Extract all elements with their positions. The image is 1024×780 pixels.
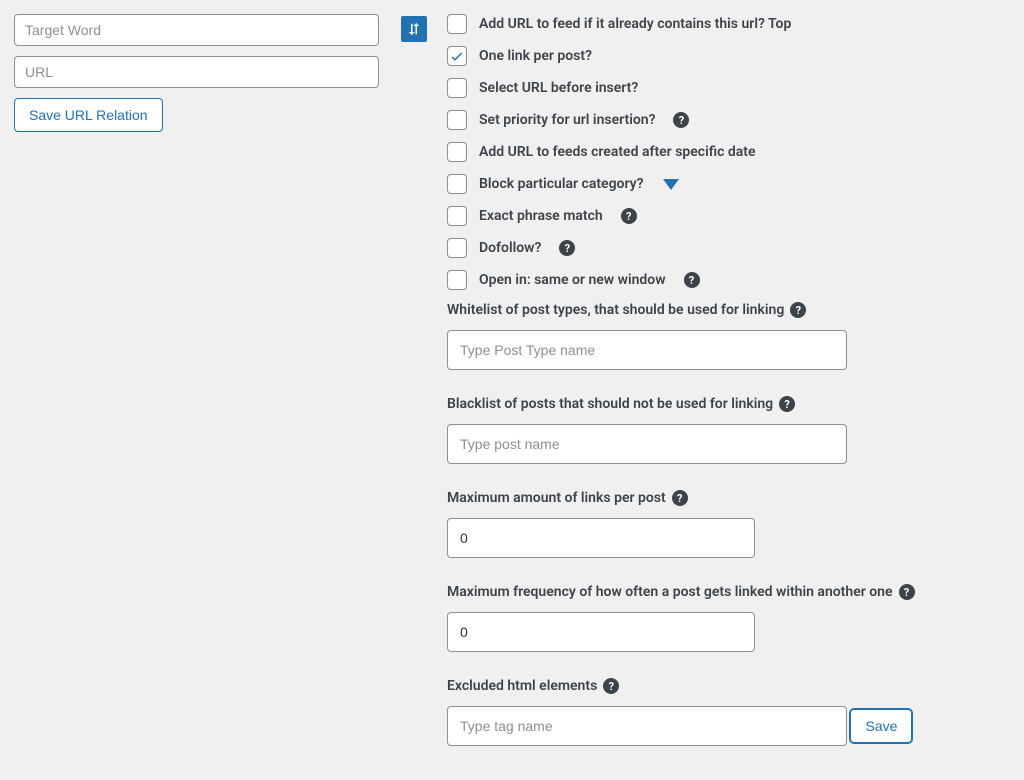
checkbox-open-in-window[interactable] bbox=[447, 270, 467, 290]
target-word-input[interactable] bbox=[14, 14, 379, 46]
option-label: Dofollow? bbox=[479, 240, 541, 256]
option-label: Exact phrase match bbox=[479, 208, 603, 224]
max-freq-label: Maximum frequency of how often a post ge… bbox=[447, 584, 893, 600]
save-url-relation-button[interactable]: Save URL Relation bbox=[14, 98, 163, 132]
checkbox-select-url-before-insert[interactable] bbox=[447, 78, 467, 98]
max-links-input[interactable] bbox=[447, 518, 755, 558]
help-icon[interactable]: ? bbox=[673, 112, 689, 128]
whitelist-input[interactable] bbox=[447, 330, 847, 370]
excluded-label: Excluded html elements bbox=[447, 678, 597, 694]
checkbox-one-link-per-post[interactable] bbox=[447, 46, 467, 66]
save-button[interactable]: Save bbox=[850, 709, 912, 743]
help-icon[interactable]: ? bbox=[621, 208, 637, 224]
blacklist-input[interactable] bbox=[447, 424, 847, 464]
help-icon[interactable]: ? bbox=[790, 302, 806, 318]
option-label: Add URL to feed if it already contains t… bbox=[479, 16, 791, 32]
help-icon[interactable]: ? bbox=[779, 396, 795, 412]
option-label: Set priority for url insertion? bbox=[479, 112, 655, 128]
help-icon[interactable]: ? bbox=[684, 272, 700, 288]
option-label: One link per post? bbox=[479, 48, 592, 64]
help-icon[interactable]: ? bbox=[559, 240, 575, 256]
expand-icon[interactable] bbox=[663, 179, 679, 190]
max-links-label: Maximum amount of links per post bbox=[447, 490, 666, 506]
checkbox-dofollow[interactable] bbox=[447, 238, 467, 258]
blacklist-label: Blacklist of posts that should not be us… bbox=[447, 396, 773, 412]
whitelist-label: Whitelist of post types, that should be … bbox=[447, 302, 784, 318]
checkbox-block-category[interactable] bbox=[447, 174, 467, 194]
excluded-input[interactable] bbox=[447, 706, 847, 746]
help-icon[interactable]: ? bbox=[603, 678, 619, 694]
option-label: Select URL before insert? bbox=[479, 80, 638, 96]
url-input[interactable] bbox=[14, 56, 379, 88]
swap-icon[interactable] bbox=[401, 16, 427, 42]
option-label: Open in: same or new window bbox=[479, 272, 666, 288]
option-label: Block particular category? bbox=[479, 176, 643, 192]
help-icon[interactable]: ? bbox=[672, 490, 688, 506]
checkbox-add-url-feed[interactable] bbox=[447, 14, 467, 34]
checkbox-exact-phrase[interactable] bbox=[447, 206, 467, 226]
checkbox-set-priority[interactable] bbox=[447, 110, 467, 130]
help-icon[interactable]: ? bbox=[899, 584, 915, 600]
max-freq-input[interactable] bbox=[447, 612, 755, 652]
checkbox-add-url-after-date[interactable] bbox=[447, 142, 467, 162]
option-label: Add URL to feeds created after specific … bbox=[479, 144, 756, 160]
